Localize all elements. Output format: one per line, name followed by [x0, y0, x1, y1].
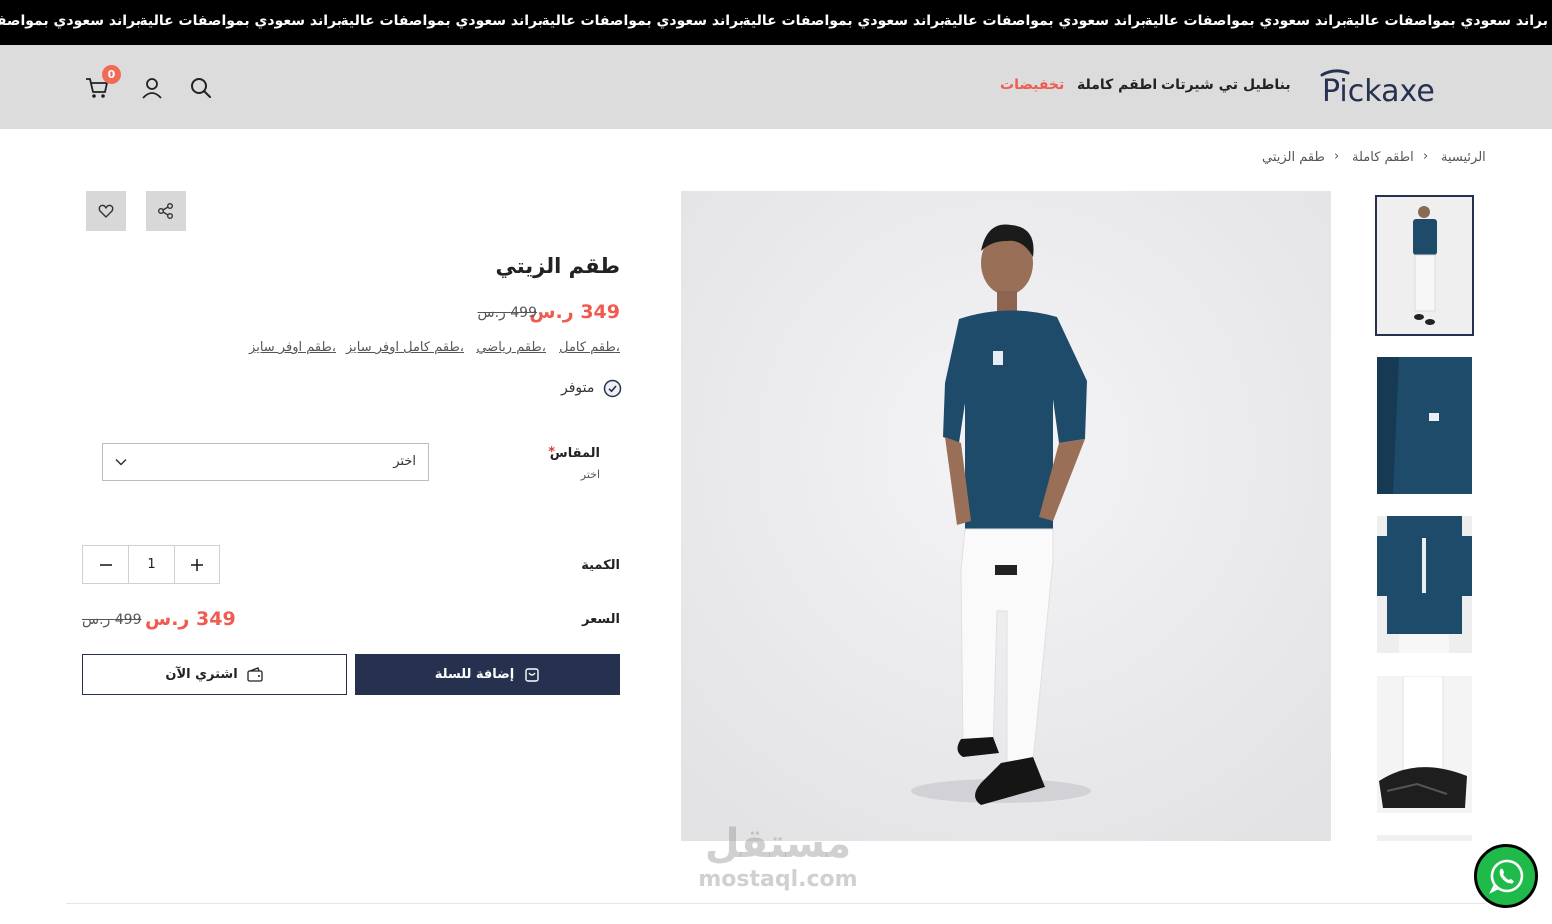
- price-label: السعر: [582, 612, 620, 627]
- size-select[interactable]: اختر: [102, 443, 429, 481]
- product-title: طقم الزيتي: [495, 254, 620, 278]
- product-tag[interactable]: طقم كامل،: [559, 340, 620, 355]
- gallery-thumb-1[interactable]: [1375, 195, 1474, 336]
- product-main-image: [681, 191, 1331, 841]
- breadcrumb-category[interactable]: اطقم كاملة: [1352, 150, 1414, 165]
- breadcrumb-separator: ›: [1423, 149, 1429, 164]
- add-to-cart-label: إضافة للسلة: [434, 667, 515, 682]
- ticker-item: براند سعودي بمواصفات عالية: [943, 13, 1146, 29]
- gallery-thumb-5[interactable]: [1377, 835, 1472, 841]
- whatsapp-button[interactable]: [1474, 844, 1538, 908]
- quantity-input[interactable]: 1: [128, 546, 173, 583]
- bag-icon: [525, 667, 539, 682]
- size-hint: اختر: [580, 468, 600, 481]
- product-tag[interactable]: طقم كامل اوفر سايز،: [346, 340, 464, 355]
- breadcrumb-separator: ›: [1334, 149, 1340, 164]
- required-mark: *: [548, 445, 555, 460]
- size-label: المقاس: [549, 446, 600, 461]
- ticker-item: براند سعودي بمواصفات عالية: [139, 13, 342, 29]
- user-icon[interactable]: [139, 75, 165, 101]
- minus-icon: [99, 563, 112, 566]
- watermark-arabic: مستقل: [704, 821, 852, 867]
- search-icon[interactable]: [188, 75, 214, 101]
- check-circle-icon: [603, 379, 622, 398]
- total-old-price: 499 ر.س: [82, 612, 142, 628]
- gallery-thumb-3[interactable]: [1377, 516, 1472, 653]
- ticker-item: براند سعودي بمواصفات: [0, 13, 141, 29]
- announcement-ticker: براند سعودي بمواصفات عالية براند سعودي ب…: [0, 0, 1552, 45]
- quantity-stepper: 1: [82, 545, 220, 584]
- site-header: Pickaxe بناطيل تي شيرتات اطقم كاملة تخفي…: [0, 45, 1552, 129]
- heart-icon: [98, 204, 114, 218]
- buy-now-label: اشتري الآن: [165, 667, 238, 682]
- size-select-value: اختر: [393, 454, 416, 469]
- buy-now-button[interactable]: اشتري الآن: [82, 654, 347, 695]
- share-button[interactable]: [146, 191, 186, 231]
- share-icon: [158, 203, 173, 219]
- nav-tshirts[interactable]: تي شيرتات: [1161, 77, 1238, 93]
- quantity-label: الكمية: [581, 558, 620, 573]
- wishlist-button[interactable]: [86, 191, 126, 231]
- breadcrumb-home[interactable]: الرئيسية: [1441, 150, 1486, 165]
- product-old-price: 499 ر.س: [477, 305, 538, 321]
- nav-pants[interactable]: بناطيل: [1243, 77, 1291, 93]
- stock-status: متوفر: [561, 380, 595, 396]
- wallet-icon: [247, 666, 263, 682]
- watermark-latin: mostaql.com: [698, 867, 858, 892]
- chevron-down-icon: [115, 458, 127, 466]
- plus-icon: [190, 558, 203, 571]
- pickaxe-logo[interactable]: Pickaxe: [1318, 67, 1488, 107]
- product-price: 349 ر.س: [529, 301, 620, 323]
- nav-sale[interactable]: تخفيضات: [1000, 77, 1064, 93]
- ticker-item: براند سعودي بمواصفات عالية: [340, 13, 543, 29]
- footer-divider: [66, 903, 1486, 904]
- cart-count-badge: 0: [102, 65, 121, 84]
- gallery-thumb-2[interactable]: [1377, 357, 1472, 494]
- ticker-item: براند سعودي بمواصفات عالية: [1345, 13, 1548, 29]
- logo-text: Pickaxe: [1322, 74, 1435, 107]
- gallery-thumb-4[interactable]: [1377, 676, 1472, 813]
- ticker-item: براند سعودي بمواصفات عالية: [1144, 13, 1347, 29]
- add-to-cart-button[interactable]: إضافة للسلة: [355, 654, 620, 695]
- quantity-increase-button[interactable]: [173, 546, 219, 583]
- whatsapp-icon: [1489, 859, 1524, 894]
- ticker-item: براند سعودي بمواصفات عالية: [742, 13, 945, 29]
- total-price: 349 ر.س: [145, 608, 236, 630]
- product-tag[interactable]: طقم رياضي،: [476, 340, 546, 355]
- breadcrumb-current: طقم الزيتي: [1262, 150, 1325, 165]
- product-tag[interactable]: طقم اوفر سايز،: [249, 340, 336, 355]
- nav-full-sets[interactable]: اطقم كاملة: [1077, 77, 1157, 93]
- ticker-item: براند سعودي بمواصفات عالية: [541, 13, 744, 29]
- quantity-decrease-button[interactable]: [83, 546, 128, 583]
- watermark: مستقل mostaql.com: [683, 820, 873, 892]
